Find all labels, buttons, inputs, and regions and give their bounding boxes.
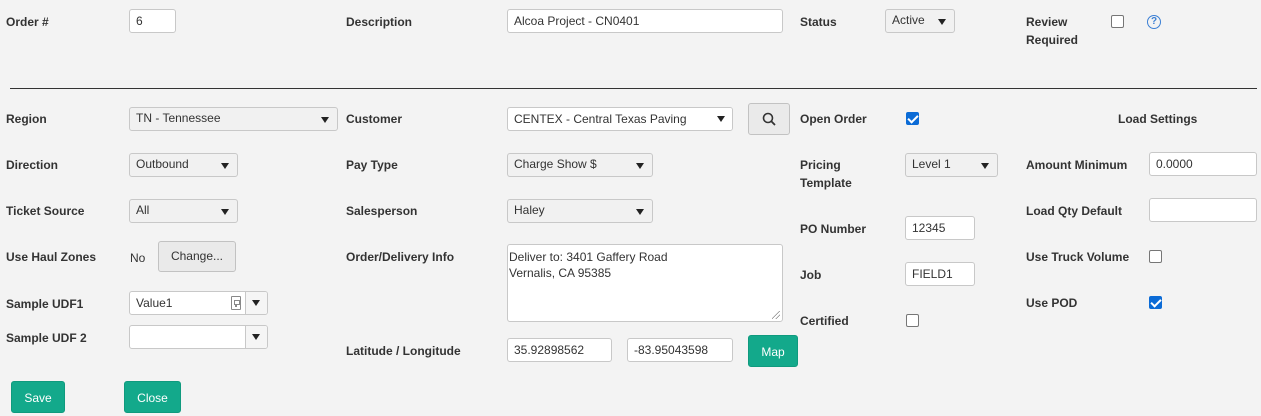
amount-minimum-input[interactable]: 0.0000 — [1149, 152, 1257, 176]
load-qty-default-input[interactable] — [1149, 198, 1257, 222]
section-divider — [10, 88, 1257, 89]
resize-handle-icon[interactable] — [772, 311, 780, 319]
order-delivery-info-textarea[interactable]: Deliver to: 3401 Gaffery Road Vernalis, … — [507, 244, 783, 322]
use-truck-volume-checkbox[interactable] — [1149, 250, 1162, 263]
chevron-down-icon — [252, 334, 260, 340]
customer-value: CENTEX - Central Texas Paving — [514, 112, 687, 126]
status-select-value: Active — [892, 13, 925, 27]
status-label: Status — [800, 15, 837, 29]
description-input[interactable]: Alcoa Project - CN0401 — [507, 9, 783, 33]
description-label: Description — [346, 15, 413, 29]
chevron-down-icon — [938, 19, 946, 25]
customer-dropdown-button[interactable] — [710, 108, 732, 130]
pricing-template-select-value: Level 1 — [912, 157, 951, 171]
pay-type-select[interactable]: Charge Show $ — [507, 153, 653, 177]
order-delivery-info-label: Order/Delivery Info — [346, 250, 455, 264]
region-label: Region — [6, 112, 47, 126]
ticket-source-select[interactable]: All — [129, 199, 238, 223]
review-required-label-line2: Required — [1026, 33, 1079, 47]
latitude-input[interactable]: 35.92898562 — [507, 338, 612, 362]
save-button[interactable]: Save — [11, 381, 65, 413]
longitude-input[interactable]: -83.95043598 — [627, 338, 733, 362]
region-select-value: TN - Tennessee — [136, 111, 221, 125]
close-button[interactable]: Close — [124, 381, 181, 413]
salesperson-select-value: Haley — [514, 203, 545, 217]
sample-udf1-label: Sample UDF1 — [6, 297, 84, 311]
chevron-down-icon — [221, 163, 229, 169]
use-truck-volume-label: Use Truck Volume — [1026, 250, 1130, 264]
chevron-down-icon — [636, 163, 644, 169]
po-number-label: PO Number — [800, 222, 867, 236]
sample-udf1-value: Value1 — [136, 296, 173, 310]
region-select[interactable]: TN - Tennessee — [129, 107, 338, 131]
salesperson-label: Salesperson — [346, 204, 418, 218]
use-haul-zones-label: Use Haul Zones — [6, 250, 97, 264]
open-order-label: Open Order — [800, 112, 867, 126]
certified-label: Certified — [800, 314, 849, 328]
search-icon — [762, 112, 776, 126]
review-required-checkbox[interactable] — [1111, 15, 1124, 28]
ticket-source-select-value: All — [136, 203, 150, 217]
direction-select-value: Outbound — [136, 157, 189, 171]
question-circle-icon[interactable]: ? — [1147, 15, 1161, 29]
chevron-down-icon — [981, 163, 989, 169]
use-haul-zones-value: No — [130, 251, 146, 265]
change-haul-zones-button[interactable]: Change... — [158, 241, 236, 272]
order-number-label: Order # — [6, 15, 49, 29]
direction-label: Direction — [6, 158, 59, 172]
use-pod-label: Use POD — [1026, 296, 1078, 310]
load-qty-default-label: Load Qty Default — [1026, 204, 1123, 218]
delivery-line-1: Deliver to: 3401 Gaffery Road — [509, 250, 668, 264]
latitude-longitude-label: Latitude / Longitude — [346, 344, 461, 358]
delivery-line-2: Vernalis, CA 95385 — [509, 266, 612, 280]
sample-udf2-label: Sample UDF 2 — [6, 331, 87, 345]
chevron-down-icon — [636, 209, 644, 215]
chevron-down-icon — [221, 209, 229, 215]
review-required-label-line1: Review — [1026, 15, 1068, 29]
map-button[interactable]: Map — [748, 335, 798, 367]
ticket-source-label: Ticket Source — [6, 204, 85, 218]
sample-udf2-combo[interactable] — [129, 325, 268, 349]
status-select[interactable]: Active — [885, 9, 955, 33]
calculator-icon[interactable] — [231, 296, 241, 310]
pay-type-select-value: Charge Show $ — [514, 157, 597, 171]
amount-minimum-label: Amount Minimum — [1026, 158, 1128, 172]
open-order-checkbox[interactable] — [906, 112, 919, 125]
order-number-input[interactable]: 6 — [129, 9, 176, 33]
pay-type-label: Pay Type — [346, 158, 398, 172]
customer-search-button[interactable] — [748, 103, 790, 135]
use-pod-checkbox[interactable] — [1149, 296, 1162, 309]
job-label: Job — [800, 268, 822, 282]
certified-checkbox[interactable] — [906, 314, 919, 327]
pricing-template-label-line1: Pricing — [800, 158, 841, 172]
job-input[interactable]: FIELD1 — [905, 262, 975, 286]
chevron-down-icon — [321, 117, 329, 123]
po-number-input[interactable]: 12345 — [905, 216, 975, 240]
salesperson-select[interactable]: Haley — [507, 199, 653, 223]
pricing-template-label-line2: Template — [800, 176, 852, 190]
sample-udf1-combo[interactable]: Value1 — [129, 291, 268, 315]
sample-udf1-dropdown-button[interactable] — [245, 292, 267, 314]
direction-select[interactable]: Outbound — [129, 153, 238, 177]
pricing-template-select[interactable]: Level 1 — [905, 153, 998, 177]
load-settings-title: Load Settings — [1118, 112, 1198, 126]
chevron-down-icon — [252, 300, 260, 306]
customer-combo[interactable]: CENTEX - Central Texas Paving — [507, 107, 733, 131]
customer-label: Customer — [346, 112, 403, 126]
chevron-down-icon — [717, 116, 725, 122]
sample-udf2-dropdown-button[interactable] — [245, 326, 267, 348]
